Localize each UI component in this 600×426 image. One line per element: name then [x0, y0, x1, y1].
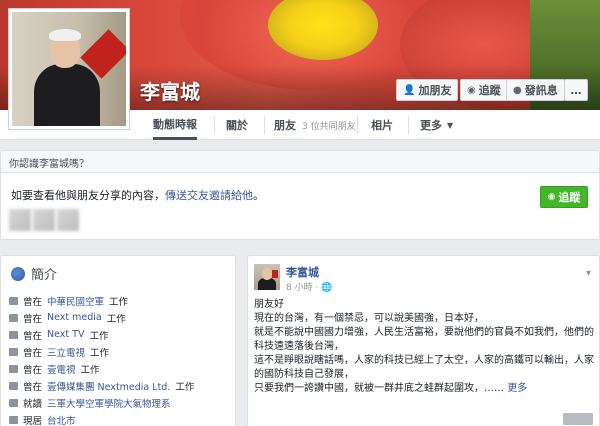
- see-more-link[interactable]: 更多: [507, 383, 527, 394]
- intro-item: 曾在 壹電視 工作: [9, 360, 233, 377]
- follow-label: 追蹤: [558, 191, 581, 204]
- intro-title: 簡介: [31, 268, 58, 283]
- add-friend-label: 加朋友: [418, 84, 452, 97]
- intro-card: 簡介 曾在 中華民國空軍 工作 曾在 Next media 工作 曾在 Next TV 工作…: [0, 255, 236, 426]
- post-line: 只要我們一誇讚中國，就被一群井底之蛙群起圍攻，…… 更多: [254, 383, 528, 394]
- add-friend-button[interactable]: 👤 加朋友: [396, 79, 459, 101]
- briefcase-icon: [9, 330, 18, 339]
- globe-icon: [11, 266, 25, 281]
- briefcase-icon: [9, 296, 18, 305]
- add-friend-icon: 👤: [403, 84, 416, 96]
- post-line: 就是不能說中國國力增強，人民生活富裕，要說他們的官員不如我們，他們的科技遠遠落後…: [254, 327, 594, 352]
- briefcase-icon: [9, 381, 18, 390]
- post-author-name[interactable]: 李富城: [286, 264, 319, 280]
- profile-name[interactable]: 李富城: [140, 76, 200, 105]
- message-button[interactable]: ● 發訊息: [506, 79, 565, 101]
- intro-header: 簡介: [11, 264, 57, 283]
- briefcase-icon: [9, 364, 18, 373]
- person-body: [34, 64, 100, 126]
- intro-item: 曾在 中華民國空軍 工作: [9, 292, 233, 309]
- graduation-cap-icon: [9, 398, 18, 407]
- post-line: 朋友好: [254, 299, 284, 310]
- tab-about[interactable]: 關於: [226, 110, 248, 140]
- tab-friends[interactable]: 朋友 3 位共同朋友: [274, 110, 356, 140]
- more-options-button[interactable]: …: [564, 79, 588, 101]
- tab-photos[interactable]: 相片: [371, 110, 393, 140]
- messenger-icon: ●: [513, 84, 522, 96]
- post-audience-selector[interactable]: [563, 413, 593, 425]
- post-card: 李富城 8 小時 · 🌐 ▾ 朋友好 現在的台灣，有一個禁忌，可以說美國強，日本…: [247, 255, 600, 426]
- rss-icon: ◉: [467, 84, 476, 96]
- intro-item: 曾在 三立電視 工作: [9, 343, 233, 360]
- send-friend-request-link[interactable]: 傳送交友邀請給他: [165, 189, 253, 202]
- blurred-friend-avatar[interactable]: [9, 209, 31, 231]
- tab-timeline[interactable]: 動態時報: [153, 110, 197, 140]
- follow-button[interactable]: ◉ 追蹤: [460, 79, 508, 101]
- post-options-chevron[interactable]: ▾: [586, 268, 591, 279]
- follow-button-green[interactable]: ◉ 追蹤: [540, 186, 588, 208]
- intro-list: 曾在 中華民國空軍 工作 曾在 Next media 工作 曾在 Next TV 工作 曾在…: [9, 292, 233, 426]
- follow-label: 追蹤: [478, 84, 501, 97]
- tab-more-label: 更多: [420, 119, 442, 132]
- globe-icon: 🌐: [321, 283, 333, 293]
- tab-more[interactable]: 更多 ▼: [420, 110, 453, 140]
- post-line: 這不是睜眼說瞎話嗎，人家的科技已經上了太空，人家的高鐵可以輸出，人家的國防科技自…: [254, 355, 594, 380]
- rss-icon: ◉: [547, 192, 556, 202]
- briefcase-icon: [9, 313, 18, 322]
- know-card: 你認識李富城嗎？ 如要查看他與朋友分享的內容，傳送交友邀請給他。 ◉ 追蹤: [0, 150, 600, 240]
- ellipsis-icon: …: [570, 83, 582, 97]
- home-icon: [9, 415, 18, 424]
- profile-picture[interactable]: [8, 8, 130, 130]
- post-line: 現在的台灣，有一個禁忌，可以說美國強，日本好，: [254, 313, 484, 324]
- know-text: 如要查看他與朋友分享的內容，傳送交友邀請給他。: [11, 189, 264, 202]
- intro-item: 曾在 壹傳媒集團 Nextmedia Ltd. 工作: [9, 377, 233, 394]
- post-body: 朋友好 現在的台灣，有一個禁忌，可以說美國強，日本好， 就是不能說中國國力增強，…: [254, 298, 594, 396]
- tab-friends-label: 朋友: [274, 119, 296, 132]
- briefcase-icon: [9, 347, 18, 356]
- blurred-friend-avatar[interactable]: [33, 209, 55, 231]
- intro-item: 現居 台北市: [9, 411, 233, 426]
- intro-item: 曾在 Next media 工作: [9, 309, 233, 326]
- blurred-friend-avatar[interactable]: [57, 209, 79, 231]
- post-author-avatar[interactable]: [254, 264, 280, 290]
- mutual-friends-count: 3 位共同朋友: [302, 121, 356, 132]
- intro-item: 曾在 Next TV 工作: [9, 326, 233, 343]
- message-label: 發訊息: [524, 84, 558, 97]
- post-timestamp[interactable]: 8 小時 · 🌐: [286, 280, 332, 293]
- intro-item: 就讀 三軍大學空軍學院大氣物理系: [9, 394, 233, 411]
- know-question: 你認識李富城嗎？: [1, 151, 599, 173]
- caret-down-icon: ▼: [447, 120, 454, 130]
